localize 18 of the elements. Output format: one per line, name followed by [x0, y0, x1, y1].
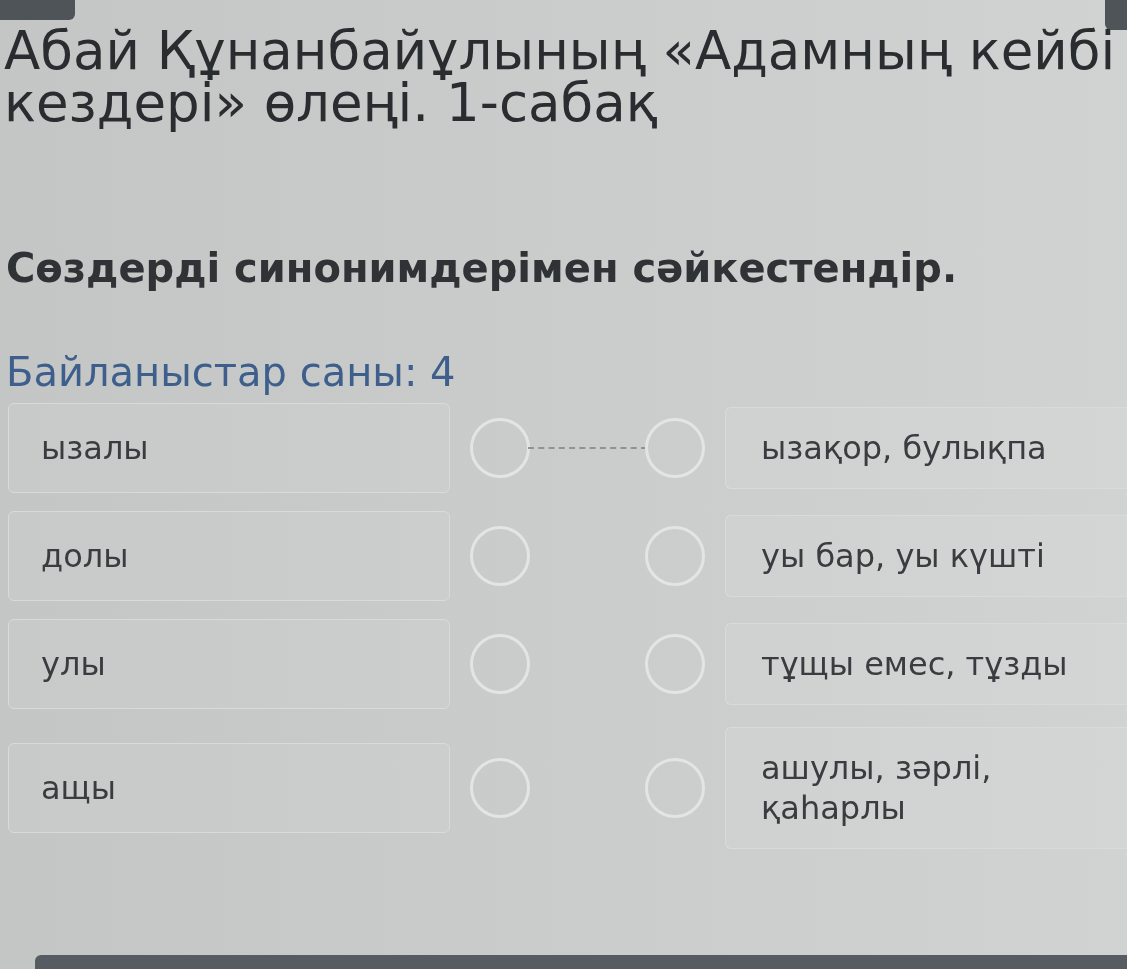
match-item[interactable]: долы — [8, 511, 450, 601]
match-item[interactable]: ашулы, зәрлі, қаһарлы — [725, 727, 1127, 849]
ring-icon[interactable] — [470, 634, 530, 694]
ring-icon[interactable] — [470, 418, 530, 478]
ring-icon[interactable] — [470, 758, 530, 818]
task-instruction: Сөздерді синонимдерімен сәйкестендір. — [6, 245, 958, 291]
ring-icon[interactable] — [645, 758, 705, 818]
match-item[interactable]: ащы — [8, 743, 450, 833]
match-item[interactable]: ызақор, булықпа — [725, 407, 1127, 489]
ring-icon[interactable] — [645, 418, 705, 478]
match-item[interactable]: улы — [8, 619, 450, 709]
match-item[interactable]: тұщы емес, тұзды — [725, 623, 1127, 705]
ring-icon[interactable] — [645, 526, 705, 586]
match-item[interactable]: ызалы — [8, 403, 450, 493]
match-item[interactable]: уы бар, уы күшті — [725, 515, 1127, 597]
link-count: Байланыстар саны: 4 — [6, 349, 456, 395]
ring-icon[interactable] — [470, 526, 530, 586]
ring-icon[interactable] — [645, 634, 705, 694]
